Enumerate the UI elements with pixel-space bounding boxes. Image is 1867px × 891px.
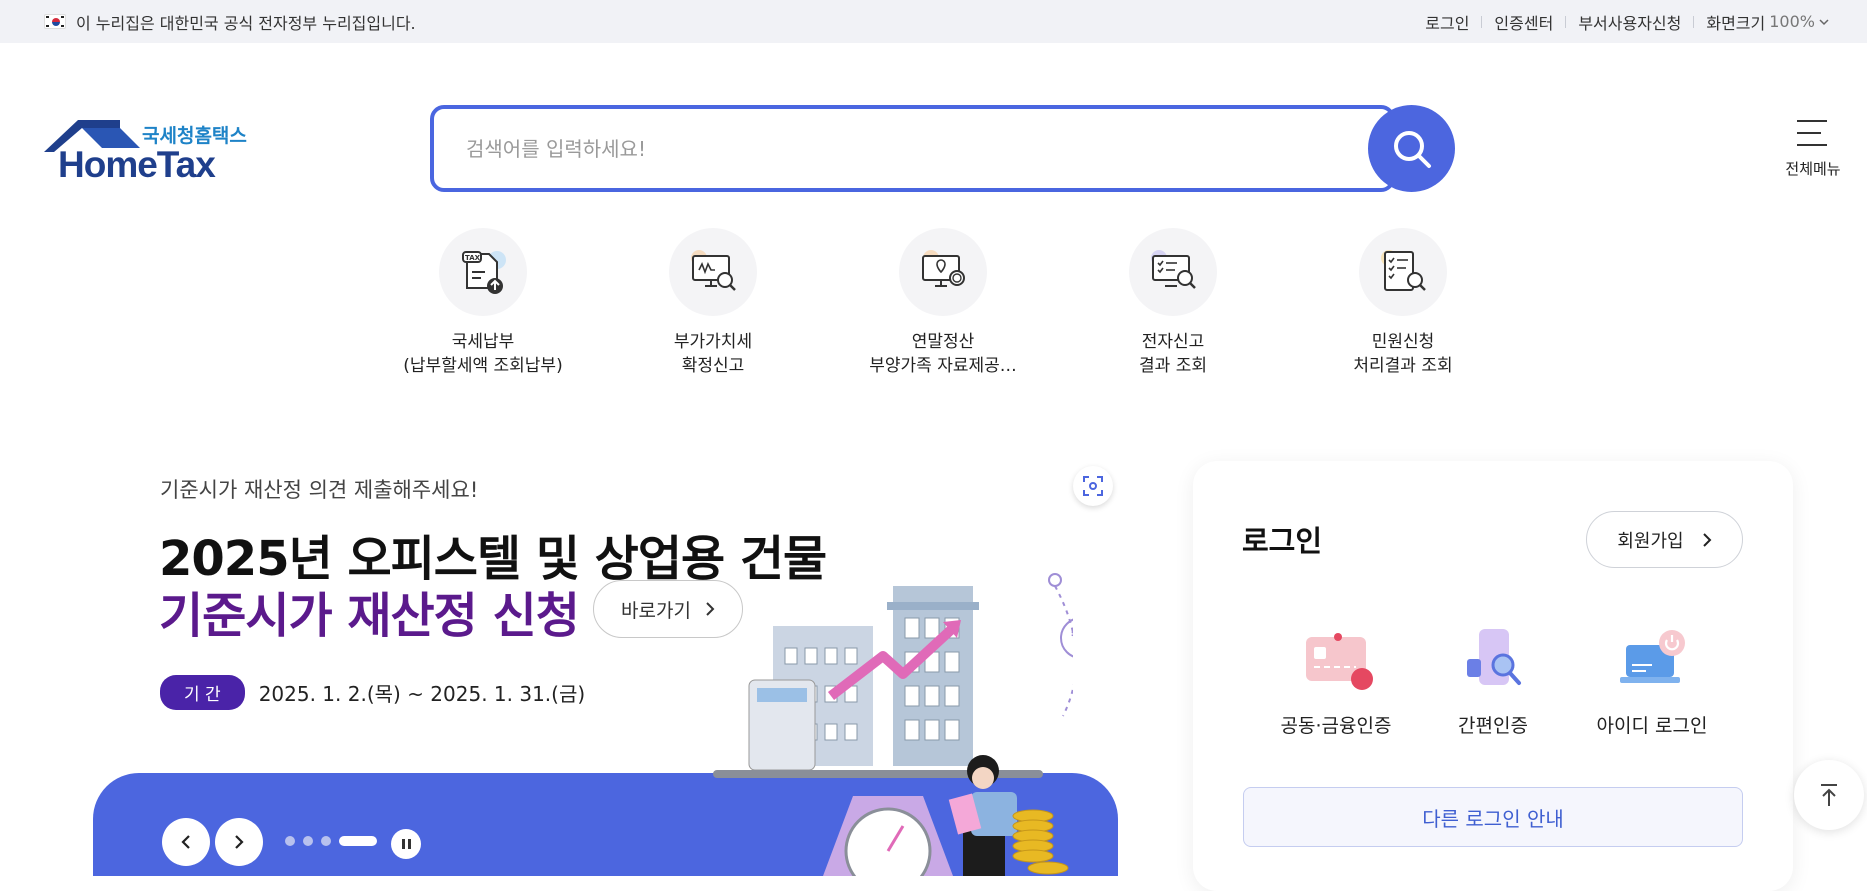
- period-dates: 2025. 1. 2.(목) ~ 2025. 1. 31.(금): [258, 682, 586, 706]
- focus-icon: [1083, 476, 1103, 496]
- period-tag: 기 간: [160, 675, 245, 710]
- chevron-left-icon: [181, 835, 190, 849]
- cert-center-link[interactable]: 인증센터: [1494, 10, 1553, 34]
- top-login-link[interactable]: 로그인: [1425, 10, 1469, 34]
- year-end-settlement-icon: [899, 228, 987, 316]
- dept-user-link[interactable]: 부서사용자신청: [1578, 10, 1681, 34]
- other-login-guide-button[interactable]: 다른 로그인 안내: [1243, 787, 1743, 847]
- quick-item-label: 민원신청 처리결과 조회: [1353, 332, 1453, 376]
- option-label: 간편인증: [1458, 715, 1528, 737]
- divider: [1565, 15, 1567, 28]
- certificate-card-icon: [1296, 621, 1376, 701]
- pagination-dot[interactable]: [303, 836, 313, 846]
- banner-headline-accent: 기준시가 재산정 신청: [159, 588, 580, 644]
- zoom-value: 100%: [1769, 12, 1815, 31]
- joint-cert-login-button[interactable]: 공동·금융인증: [1251, 621, 1421, 738]
- banner-kicker: 기준시가 재산정 의견 제출해주세요!: [160, 478, 479, 502]
- full-menu-label: 전체메뉴: [1785, 160, 1841, 178]
- phone-auth-icon: [1453, 621, 1533, 701]
- notice: 이 누리집은 대한민국 공식 전자정부 누리집입니다.: [44, 10, 416, 34]
- option-label: 공동·금융인증: [1280, 715, 1392, 737]
- divider: [1481, 15, 1483, 28]
- pagination-dot[interactable]: [285, 836, 295, 846]
- laptop-power-icon: [1612, 621, 1692, 701]
- quick-item-vat-report[interactable]: 부가가치세 확정신고: [603, 228, 823, 378]
- e-filing-result-icon: [1129, 228, 1217, 316]
- promo-banner: 기준시가 재산정 의견 제출해주세요! 2025년 오피스텔 및 상업용 건물 …: [93, 456, 1118, 876]
- hometax-logo[interactable]: 국세청홈택스 HomeTax: [42, 118, 252, 188]
- quick-item-label: 국세납부 (납부할세액 조회납부): [403, 332, 563, 376]
- quick-item-label: 전자신고 결과 조회: [1139, 332, 1207, 376]
- svg-text:₩: ₩: [1071, 627, 1073, 652]
- logo-wordmark: HomeTax: [58, 144, 216, 185]
- id-login-button[interactable]: 아이디 로그인: [1567, 621, 1737, 738]
- search-icon: [1393, 130, 1431, 168]
- pagination-dot-active[interactable]: [339, 836, 377, 846]
- quick-item-label: 연말정산 부양가족 자료제공…: [869, 332, 1017, 376]
- quick-item-label: 부가가치세 확정신고: [673, 332, 753, 376]
- utility-links: 로그인 인증센터 부서사용자신청 화면크기 100%: [1425, 10, 1829, 34]
- tax-payment-icon: TAX: [439, 228, 527, 316]
- pause-icon: [401, 839, 405, 849]
- vat-report-icon: [669, 228, 757, 316]
- civil-petition-icon: [1359, 228, 1447, 316]
- zoom-label: 화면크기: [1706, 13, 1766, 33]
- svg-text:TAX: TAX: [465, 254, 481, 262]
- quick-item-e-filing-result[interactable]: 전자신고 결과 조회: [1063, 228, 1283, 378]
- scroll-to-top-button[interactable]: [1794, 760, 1864, 830]
- quick-item-tax-payment[interactable]: TAX 국세납부 (납부할세액 조회납부): [373, 228, 593, 378]
- pagination-dot[interactable]: [321, 836, 331, 846]
- option-label: 아이디 로그인: [1596, 715, 1708, 737]
- hamburger-icon: [1797, 120, 1829, 148]
- quick-item-year-end-settlement[interactable]: 연말정산 부양가족 자료제공…: [833, 228, 1053, 378]
- login-panel: 로그인 회원가입 공동·금융인증 간편인증 아이디 로그인 다른 로그인 안내: [1193, 461, 1793, 891]
- banner-pagination: [285, 836, 377, 846]
- quick-item-civil-petition[interactable]: 민원신청 처리결과 조회: [1293, 228, 1513, 378]
- full-menu-button[interactable]: 전체메뉴: [1768, 114, 1858, 179]
- signup-label: 회원가입: [1617, 530, 1684, 552]
- search-input[interactable]: [466, 136, 1326, 161]
- banner-prev-button[interactable]: [162, 818, 210, 866]
- signup-button[interactable]: 회원가입: [1586, 511, 1743, 568]
- gov-notice-bar: 이 누리집은 대한민국 공식 전자정부 누리집입니다. 로그인 인증센터 부서사…: [0, 0, 1867, 43]
- divider: [1693, 15, 1695, 28]
- banner-expand-button[interactable]: [1073, 466, 1113, 506]
- chevron-down-icon: [1819, 18, 1829, 25]
- banner-next-button[interactable]: [215, 818, 263, 866]
- notice-text: 이 누리집은 대한민국 공식 전자정부 누리집입니다.: [76, 13, 416, 33]
- banner-period: 기 간 2025. 1. 2.(목) ~ 2025. 1. 31.(금): [160, 675, 585, 710]
- chevron-right-icon: [235, 835, 244, 849]
- search-button[interactable]: [1368, 105, 1455, 192]
- zoom-control[interactable]: 화면크기 100%: [1706, 10, 1829, 34]
- banner-pause-button[interactable]: [391, 829, 421, 859]
- search-box: [430, 105, 1395, 192]
- chevron-right-icon: [1702, 532, 1712, 547]
- arrow-up-icon: [1821, 784, 1837, 806]
- login-title: 로그인: [1242, 524, 1323, 558]
- search-area: [430, 105, 1455, 192]
- simple-auth-login-button[interactable]: 간편인증: [1408, 621, 1578, 738]
- korea-flag-icon: [44, 14, 66, 29]
- building-illustration: ₩: [713, 573, 1073, 876]
